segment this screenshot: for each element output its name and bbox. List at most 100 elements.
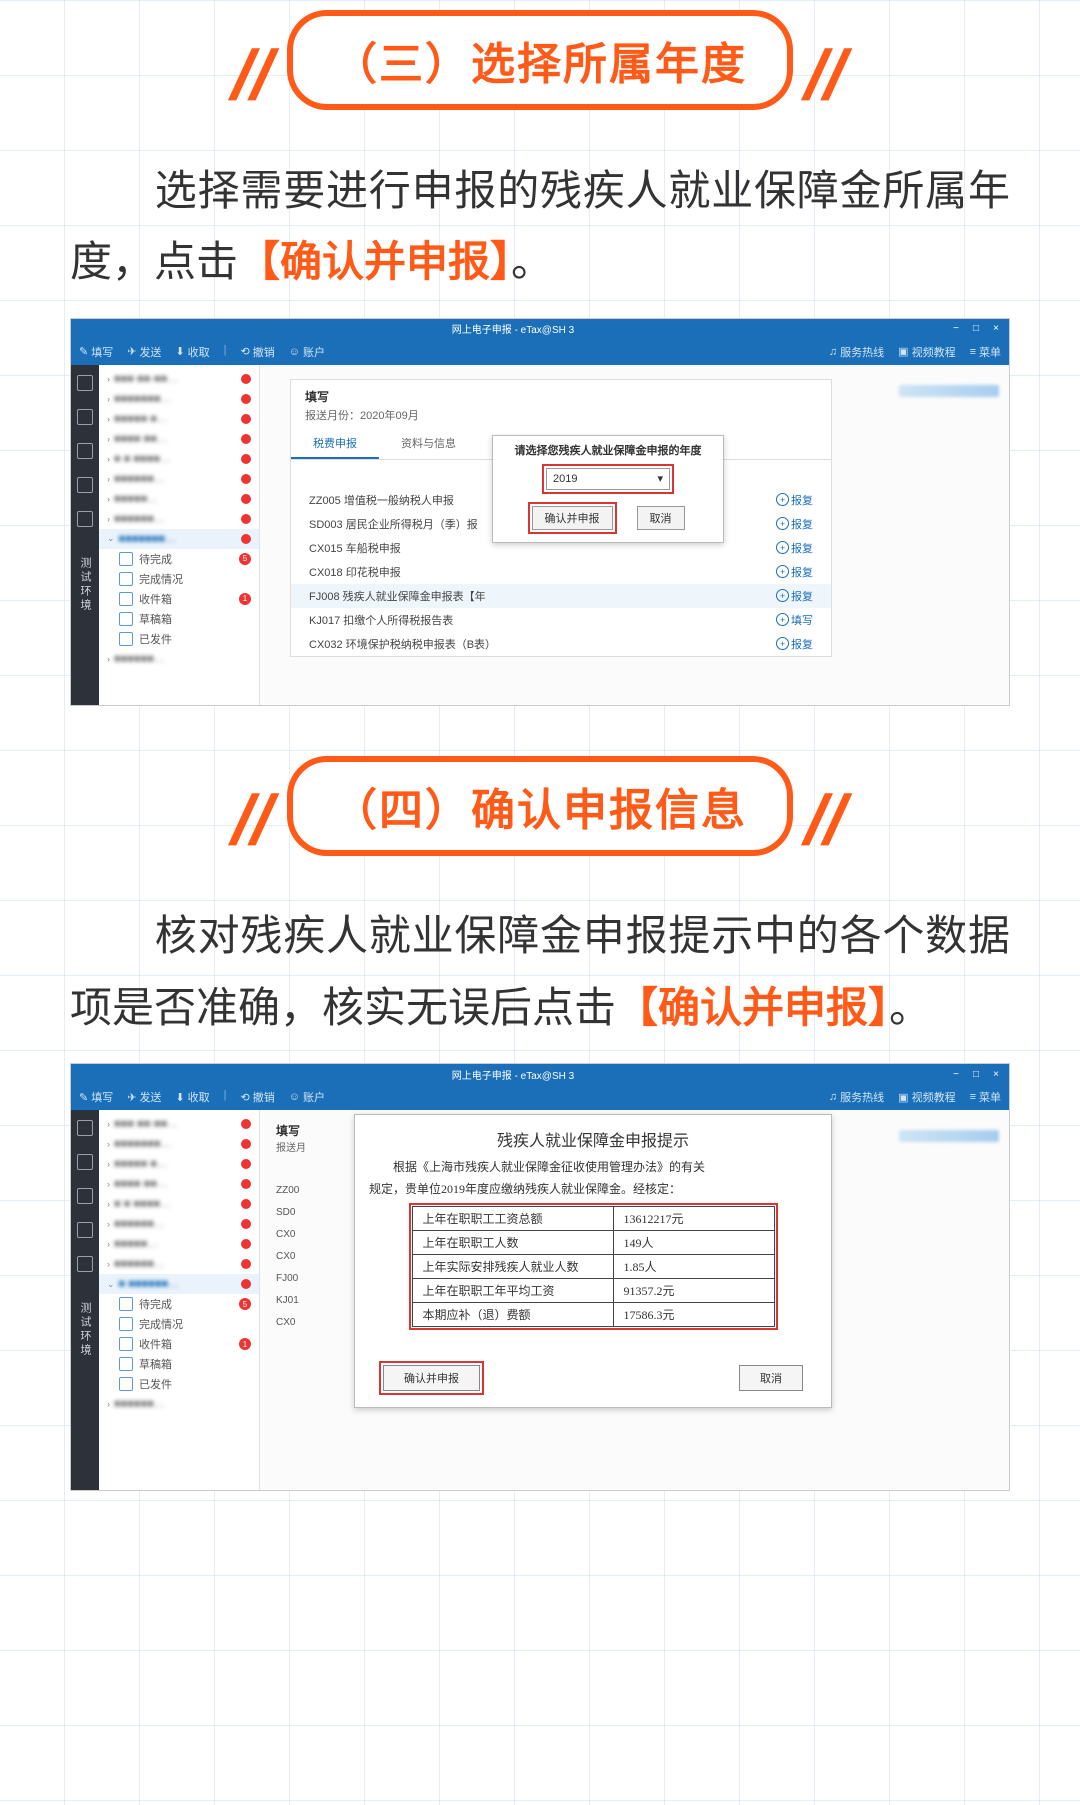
toolbar-write[interactable]: ✎ 填写 xyxy=(79,344,113,360)
close-icon[interactable]: × xyxy=(989,323,1003,335)
sidebar-item-pending[interactable]: 待完成5 xyxy=(119,1294,259,1314)
toolbar-tutorial[interactable]: ▣ 视频教程 xyxy=(898,1089,955,1105)
list-item[interactable]: ›■■■■■■■… xyxy=(99,389,259,409)
sidebar-item-done[interactable]: 完成情况 xyxy=(119,569,259,589)
toolbar-send[interactable]: ✈ 发送 xyxy=(127,344,161,360)
sidebar-item-inbox[interactable]: 收件箱1 xyxy=(119,1334,259,1354)
tab-data-info[interactable]: 资料与信息 xyxy=(379,429,478,459)
list-item[interactable]: ›■■■ ■■-■■… xyxy=(99,1114,259,1134)
inbox-icon xyxy=(119,1337,133,1351)
sidebar-item-sent[interactable]: 已发件 xyxy=(119,629,259,649)
reddot-icon xyxy=(241,534,251,544)
list-item[interactable]: ›■■■■■■… xyxy=(99,1394,259,1414)
toolbar-menu[interactable]: ≡ 菜单 xyxy=(970,344,1001,360)
toolbar-receive[interactable]: ⬇ 收取 xyxy=(175,1089,209,1105)
list-item[interactable]: ›■■■■■■… xyxy=(99,509,259,529)
toolbar-menu[interactable]: ≡ 菜单 xyxy=(970,1089,1001,1105)
rail-icon[interactable] xyxy=(77,1120,93,1136)
rail-icon[interactable] xyxy=(77,511,93,527)
toolbar-receive[interactable]: ⬇ 收取 xyxy=(175,344,209,360)
list-item[interactable]: ›■■■■■■… xyxy=(99,1214,259,1234)
action-link[interactable]: +报复 xyxy=(776,636,813,652)
toolbar-help[interactable]: ♫ 服务热线 xyxy=(829,1089,884,1105)
list-item[interactable]: ⌄■■■■■■■… xyxy=(99,529,259,549)
badge: 5 xyxy=(239,553,251,565)
rail-icon[interactable] xyxy=(77,1256,93,1272)
close-icon[interactable]: × xyxy=(989,1068,1003,1080)
row-key: 上年在职职工工资总额 xyxy=(412,1207,613,1231)
list-item[interactable]: KJ017 扣缴个人所得税报告表+填写 xyxy=(291,608,831,632)
rail-icon[interactable] xyxy=(77,443,93,459)
confirm-and-report-button[interactable]: 确认并申报 xyxy=(383,1365,480,1391)
code-text: ZZ00 xyxy=(276,1180,299,1202)
sent-icon xyxy=(119,632,133,646)
sidebar-item-sent[interactable]: 已发件 xyxy=(119,1374,259,1394)
cancel-button[interactable]: 取消 xyxy=(739,1365,803,1391)
list-item[interactable]: ›■■■■ ■■… xyxy=(99,1174,259,1194)
list-item[interactable]: ›■ ■ ■■■■… xyxy=(99,449,259,469)
list-item[interactable]: FJ008 残疾人就业保障金申报表【年+报复 xyxy=(291,584,831,608)
reddot-icon xyxy=(241,1199,251,1209)
row-key: 上年在职职工人数 xyxy=(412,1231,613,1255)
year-dropdown[interactable]: 2019 ▾ xyxy=(546,468,670,490)
list-item[interactable]: ›■■■■■… xyxy=(99,1234,259,1254)
action-link[interactable]: +填写 xyxy=(776,612,813,628)
toolbar-help[interactable]: ♫ 服务热线 xyxy=(829,344,884,360)
sent-icon xyxy=(119,1377,133,1391)
confirm-and-report-button[interactable]: 确认并申报 xyxy=(532,506,613,530)
slash-decor-right: // xyxy=(797,35,857,115)
action-link[interactable]: +报复 xyxy=(776,492,813,508)
list-item[interactable]: ›■■■■■… xyxy=(99,489,259,509)
toolbar-account[interactable]: ☺ 账户 xyxy=(289,1089,325,1105)
panel-title: 填写 xyxy=(276,1122,350,1139)
rail-icon[interactable] xyxy=(77,375,93,391)
action-link[interactable]: +报复 xyxy=(776,540,813,556)
year-value: 2019 xyxy=(553,473,577,485)
left-code-column: ZZ00 SD0 CX0 CX0 FJ00 KJ01 CX0 报复 xyxy=(276,1180,299,1334)
list-item[interactable]: ›■■■■■■■… xyxy=(99,1134,259,1154)
list-item[interactable]: ›■ ■ ■■■■… xyxy=(99,1194,259,1214)
minimize-icon[interactable]: − xyxy=(949,1068,963,1080)
list-item[interactable]: CX018 印花税申报+报复 xyxy=(291,560,831,584)
rail-icon[interactable] xyxy=(77,1222,93,1238)
list-item[interactable]: ›■■■■■■… xyxy=(99,469,259,489)
action-link[interactable]: +报复 xyxy=(776,588,813,604)
plus-icon: + xyxy=(776,541,789,554)
sidebar-item-draft[interactable]: 草稿箱 xyxy=(119,1354,259,1374)
modal-title: 残疾人就业保障金申报提示 xyxy=(369,1125,817,1157)
sidebar-item-pending[interactable]: 待完成5 xyxy=(119,549,259,569)
minimize-icon[interactable]: − xyxy=(949,323,963,335)
toolbar-withdraw[interactable]: ⟲ 撤销 xyxy=(241,344,275,360)
list-item[interactable]: ›■■■■■■… xyxy=(99,649,259,669)
toolbar-write[interactable]: ✎ 填写 xyxy=(79,1089,113,1105)
rail-icon[interactable] xyxy=(77,1188,93,1204)
toolbar-tutorial[interactable]: ▣ 视频教程 xyxy=(898,344,955,360)
toolbar-withdraw[interactable]: ⟲ 撤销 xyxy=(241,1089,275,1105)
rail-icon[interactable] xyxy=(77,1154,93,1170)
section-4-title-pill: （四）确认申报信息 xyxy=(287,756,793,856)
action-link[interactable]: +报复 xyxy=(776,516,813,532)
sidebar-item-done[interactable]: 完成情况 xyxy=(119,1314,259,1334)
action-link[interactable]: +报复 xyxy=(776,564,813,580)
sidebar-item-inbox[interactable]: 收件箱1 xyxy=(119,589,259,609)
toolbar-account[interactable]: ☺ 账户 xyxy=(289,344,325,360)
list-item[interactable]: ›■■■■■ ■… xyxy=(99,1154,259,1174)
list-item[interactable]: ›■■■■■■… xyxy=(99,1254,259,1274)
rail-icon[interactable] xyxy=(77,477,93,493)
reddot-icon xyxy=(241,1239,251,1249)
toolbar-send[interactable]: ✈ 发送 xyxy=(127,1089,161,1105)
cancel-button[interactable]: 取消 xyxy=(637,506,685,530)
maximize-icon[interactable]: □ xyxy=(969,323,983,335)
sidebar-item-draft[interactable]: 草稿箱 xyxy=(119,609,259,629)
maximize-icon[interactable]: □ xyxy=(969,1068,983,1080)
list-item[interactable]: ›■■■ ■■-■■… xyxy=(99,369,259,389)
tab-tax-report[interactable]: 税费申报 xyxy=(291,429,379,459)
list-item[interactable]: CX032 环境保护税纳税申报表（B表）+报复 xyxy=(291,632,831,656)
list-item[interactable]: ›■■■■ ■■… xyxy=(99,429,259,449)
list-item[interactable]: ⌄■ ■■■■■■… xyxy=(99,1274,259,1294)
rail-env-label: 测试环境 xyxy=(77,557,93,613)
panel-subtitle: 报送月份：2020年09月 xyxy=(291,407,831,429)
toolbar: ✎ 填写 ✈ 发送 ⬇ 收取 | ⟲ 撤销 ☺ 账户 ♫ 服务热线 ▣ 视频教程… xyxy=(71,339,1009,365)
rail-icon[interactable] xyxy=(77,409,93,425)
list-item[interactable]: ›■■■■■ ■… xyxy=(99,409,259,429)
